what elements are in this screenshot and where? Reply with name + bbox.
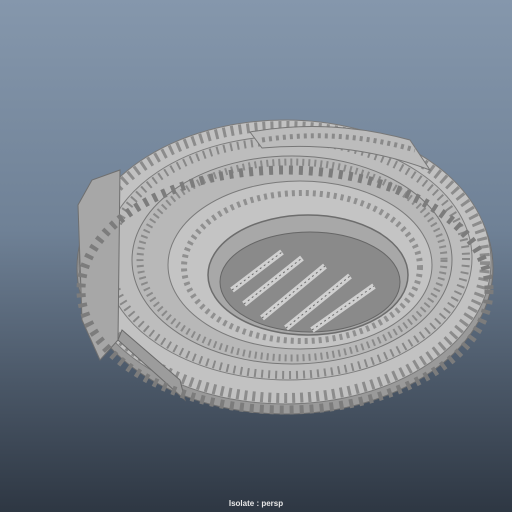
colosseum-model[interactable] [76,119,494,415]
viewport-3d[interactable] [0,0,512,512]
viewport-label: Isolate : persp [228,499,284,508]
